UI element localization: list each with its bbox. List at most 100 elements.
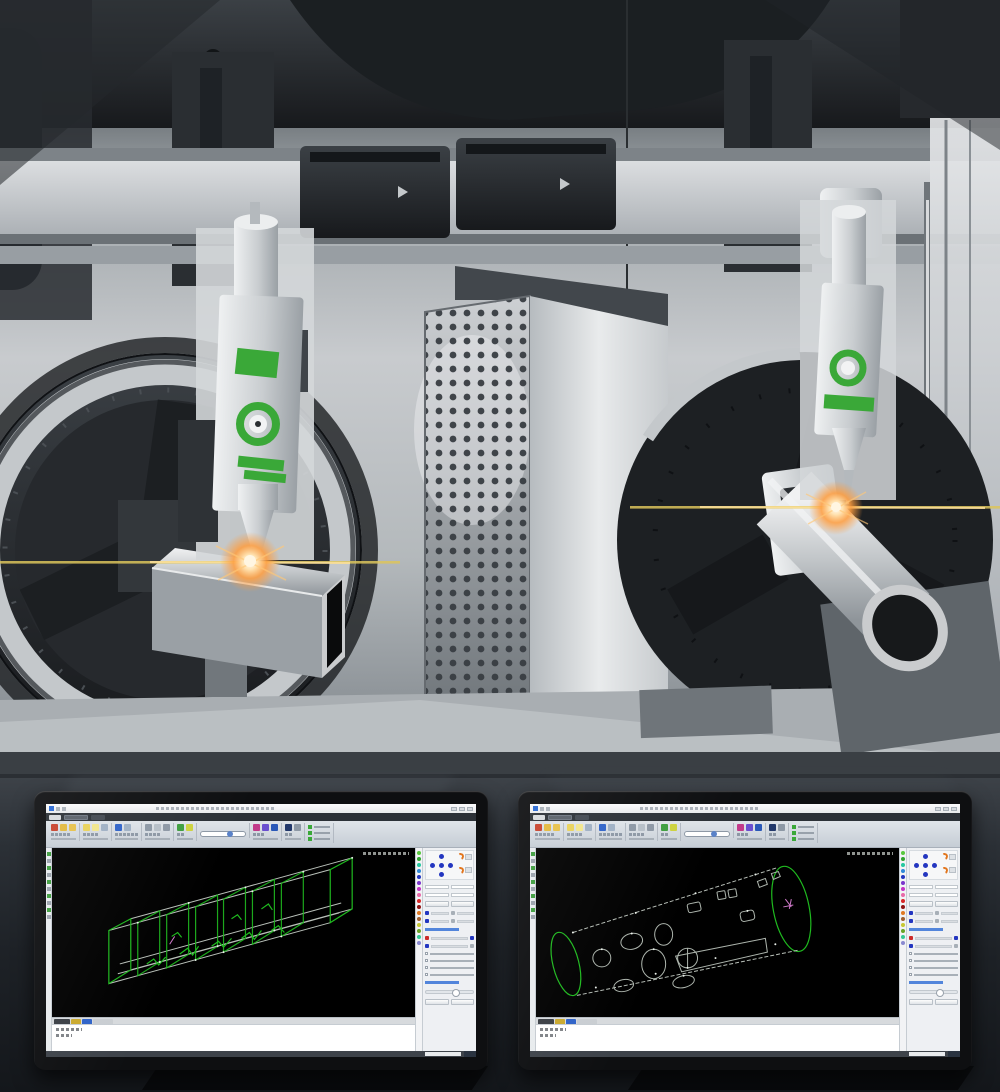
ribbon-tool-icon[interactable] xyxy=(544,824,551,831)
ribbon-mini-icon[interactable] xyxy=(51,833,54,836)
ribbon-mini-icon[interactable] xyxy=(575,833,578,836)
palette-color-swatch[interactable] xyxy=(417,917,421,921)
ribbon-mini-icon[interactable] xyxy=(145,833,148,836)
palette-color-swatch[interactable] xyxy=(417,941,421,945)
ribbon-tool-icon[interactable] xyxy=(608,824,615,831)
ribbon-tool-icon[interactable] xyxy=(746,824,753,831)
ribbon-mini-icon[interactable] xyxy=(127,833,130,836)
coordinate-field[interactable] xyxy=(425,893,449,897)
panel-button[interactable] xyxy=(425,999,449,1005)
quick-access-icon[interactable] xyxy=(62,807,66,811)
ribbon-mini-icon[interactable] xyxy=(773,833,776,836)
ribbon-mini-icon[interactable] xyxy=(571,833,574,836)
close-button[interactable] xyxy=(467,807,473,811)
checkbox[interactable] xyxy=(909,973,912,976)
panel-button[interactable] xyxy=(935,999,959,1005)
ribbon-tool-icon[interactable] xyxy=(567,824,574,831)
ribbon-mini-icon[interactable] xyxy=(153,833,156,836)
checkbox[interactable] xyxy=(909,959,912,962)
coordinate-field[interactable] xyxy=(909,893,933,897)
ribbon-mini-icon[interactable] xyxy=(257,833,260,836)
close-button[interactable] xyxy=(951,807,957,811)
palette-color-swatch[interactable] xyxy=(901,923,905,927)
panel-field[interactable] xyxy=(915,945,952,948)
jog-up-button[interactable] xyxy=(923,854,928,859)
jog-option-button[interactable] xyxy=(949,854,956,860)
panel-field[interactable] xyxy=(431,937,468,940)
palette-color-swatch[interactable] xyxy=(901,851,905,855)
palette-color-swatch[interactable] xyxy=(417,857,421,861)
ribbon-mini-icon[interactable] xyxy=(661,833,664,836)
palette-color-swatch[interactable] xyxy=(901,857,905,861)
ribbon-mini-icon[interactable] xyxy=(637,833,640,836)
menu-tab[interactable] xyxy=(91,815,105,820)
palette-color-swatch[interactable] xyxy=(417,881,421,885)
palette-color-swatch[interactable] xyxy=(417,911,421,915)
palette-color-swatch[interactable] xyxy=(901,905,905,909)
coordinate-field[interactable] xyxy=(425,885,449,889)
palette-color-swatch[interactable] xyxy=(417,893,421,897)
menu-tab[interactable] xyxy=(575,815,589,820)
palette-color-swatch[interactable] xyxy=(901,899,905,903)
ribbon-mini-icon[interactable] xyxy=(261,833,264,836)
tool-strip-icon[interactable] xyxy=(531,866,535,870)
ribbon-tool-icon[interactable] xyxy=(163,824,170,831)
layer-visible-checkbox[interactable] xyxy=(308,837,312,841)
ribbon-mini-icon[interactable] xyxy=(633,833,636,836)
ribbon-tool-icon[interactable] xyxy=(638,824,645,831)
panel-button[interactable] xyxy=(451,999,475,1005)
active-menu-tab[interactable] xyxy=(64,815,88,820)
coordinate-field[interactable] xyxy=(935,885,959,889)
ribbon-tool-icon[interactable] xyxy=(629,824,636,831)
ribbon-mini-icon[interactable] xyxy=(289,833,292,836)
layer-visible-checkbox[interactable] xyxy=(308,825,312,829)
panel-button[interactable] xyxy=(909,999,933,1005)
rotate-cw-button[interactable] xyxy=(940,852,949,861)
zoom-slider[interactable] xyxy=(684,831,730,837)
panel-field[interactable] xyxy=(915,920,933,923)
palette-color-swatch[interactable] xyxy=(901,893,905,897)
file-menu-tab[interactable] xyxy=(533,815,545,820)
panel-field[interactable] xyxy=(941,920,959,923)
coordinate-field[interactable] xyxy=(451,885,475,889)
coordinate-field[interactable] xyxy=(935,893,959,897)
ribbon-tool-icon[interactable] xyxy=(553,824,560,831)
ribbon-tool-icon[interactable] xyxy=(670,824,677,831)
layer-visible-checkbox[interactable] xyxy=(792,825,796,829)
ribbon-mini-icon[interactable] xyxy=(95,833,98,836)
ribbon-mini-icon[interactable] xyxy=(737,833,740,836)
ribbon-mini-icon[interactable] xyxy=(149,833,152,836)
jog-control-pad[interactable] xyxy=(425,850,474,880)
ribbon-mini-icon[interactable] xyxy=(665,833,668,836)
jog-option-button[interactable] xyxy=(949,867,956,873)
palette-color-swatch[interactable] xyxy=(417,875,421,879)
panel-field[interactable] xyxy=(915,937,952,940)
ribbon-mini-icon[interactable] xyxy=(59,833,62,836)
tool-strip-icon[interactable] xyxy=(531,873,535,877)
panel-section-link[interactable] xyxy=(909,981,943,984)
maximize-button[interactable] xyxy=(459,807,465,811)
rotate-cw-button[interactable] xyxy=(456,852,465,861)
jog-down-button[interactable] xyxy=(439,872,444,877)
jog-center-button[interactable] xyxy=(439,863,444,868)
palette-color-swatch[interactable] xyxy=(901,887,905,891)
palette-color-swatch[interactable] xyxy=(901,929,905,933)
ribbon-tool-icon[interactable] xyxy=(599,824,606,831)
ribbon-mini-icon[interactable] xyxy=(115,833,118,836)
tool-strip-icon[interactable] xyxy=(47,859,51,863)
minimize-button[interactable] xyxy=(935,807,941,811)
ribbon-mini-icon[interactable] xyxy=(603,833,606,836)
ribbon-mini-icon[interactable] xyxy=(253,833,256,836)
ribbon-tool-icon[interactable] xyxy=(186,824,193,831)
ribbon-mini-icon[interactable] xyxy=(91,833,94,836)
checkbox[interactable] xyxy=(425,973,428,976)
jog-control-pad[interactable] xyxy=(909,850,958,880)
tool-strip-icon[interactable] xyxy=(47,873,51,877)
ribbon-mini-icon[interactable] xyxy=(83,833,86,836)
ribbon-tool-icon[interactable] xyxy=(154,824,161,831)
ribbon-tool-icon[interactable] xyxy=(647,824,654,831)
ribbon-mini-icon[interactable] xyxy=(123,833,126,836)
jog-option-button[interactable] xyxy=(465,867,472,873)
ribbon-mini-icon[interactable] xyxy=(619,833,622,836)
palette-color-swatch[interactable] xyxy=(901,875,905,879)
